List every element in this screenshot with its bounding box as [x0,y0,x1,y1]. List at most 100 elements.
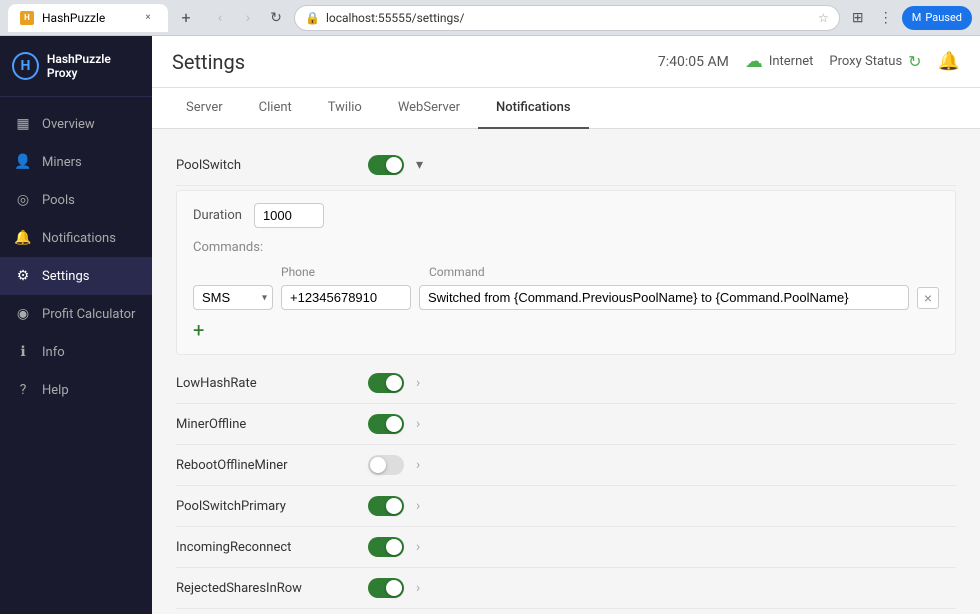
sidebar-item-info[interactable]: ℹ Info [0,333,152,371]
tab-close-button[interactable]: × [140,10,156,26]
internet-status: ☁ Internet [745,51,814,72]
notification-bell-icon[interactable]: 🔔 [938,51,960,72]
pool-switch-toggle[interactable] [368,155,404,175]
incoming-reconnect-toggle[interactable] [368,537,404,557]
browser-actions: ⊞ ⋮ M Paused [846,6,972,30]
new-miner-started-row: NewMinerStarted › [176,609,956,614]
sms-select-wrap: SMS [193,285,273,310]
new-tab-button[interactable]: + [174,6,198,30]
settings-tabs: Server Client Twilio WebServer Notificat… [152,88,980,129]
proxy-status-label: Proxy Status [829,54,902,69]
notifications-icon: 🔔 [14,229,32,247]
proxy-refresh-icon[interactable]: ↻ [908,52,921,71]
sidebar-item-notifications[interactable]: 🔔 Notifications [0,219,152,257]
sidebar-label-pools: Pools [42,193,75,208]
app: H HashPuzzle Proxy ▦ Overview 👤 Miners ◎… [0,36,980,614]
pool-switch-expand-icon[interactable]: ▾ [416,157,423,173]
tab-webserver[interactable]: WebServer [380,88,478,129]
address-bar[interactable]: 🔒 localhost:55555/settings/ ☆ [294,5,840,31]
delete-command-button[interactable]: × [917,287,939,309]
tab-notifications[interactable]: Notifications [478,88,589,129]
add-command-button[interactable]: + [193,318,204,342]
duration-input[interactable] [254,203,324,228]
sidebar-item-miners[interactable]: 👤 Miners [0,143,152,181]
forward-button[interactable]: › [236,6,260,30]
current-time: 7:40:05 AM [658,54,729,70]
commands-label: Commands: [193,240,939,255]
low-hash-rate-toggle[interactable] [368,373,404,393]
sidebar-label-info: Info [42,345,65,360]
profile-label: Paused [925,11,962,24]
tab-server[interactable]: Server [168,88,241,129]
sidebar-label-miners: Miners [42,155,82,170]
command-input[interactable] [419,285,909,310]
menu-button[interactable]: ⋮ [874,6,898,30]
miner-offline-expand-icon[interactable]: › [416,416,420,432]
tab-favicon: H [20,11,34,25]
pool-switch-primary-expand-icon[interactable]: › [416,498,420,514]
tab-client[interactable]: Client [241,88,310,129]
header: Settings 7:40:05 AM ☁ Internet Proxy Sta… [152,36,980,88]
col-header-phone: Phone [281,265,421,279]
settings-panel: PoolSwitch ▾ Duration Commands: Ph [152,129,980,614]
miner-offline-label: MinerOffline [176,417,356,432]
rejected-shares-expand-icon[interactable]: › [416,580,420,596]
sidebar-item-profit-calculator[interactable]: ◉ Profit Calculator [0,295,152,333]
low-hash-rate-label: LowHashRate [176,376,356,391]
pool-switch-primary-row: PoolSwitchPrimary › [176,486,956,527]
refresh-button[interactable]: ↻ [264,6,288,30]
sidebar-navigation: ▦ Overview 👤 Miners ◎ Pools 🔔 Notificati… [0,97,152,614]
sidebar-item-pools[interactable]: ◎ Pools [0,181,152,219]
sidebar: H HashPuzzle Proxy ▦ Overview 👤 Miners ◎… [0,36,152,614]
pools-icon: ◎ [14,191,32,209]
reboot-offline-miner-row: RebootOfflineMiner › [176,445,956,486]
tab-title: HashPuzzle [42,11,105,25]
browser-tab[interactable]: H HashPuzzle × [8,4,168,32]
internet-label: Internet [769,54,814,69]
help-icon: ? [14,381,32,399]
rejected-shares-toggle[interactable] [368,578,404,598]
commands-row: SMS × [193,285,939,310]
rejected-shares-knob [386,580,402,596]
reboot-offline-miner-label: RebootOfflineMiner [176,458,356,473]
incoming-reconnect-row: IncomingReconnect › [176,527,956,568]
url-text: localhost:55555/settings/ [326,11,812,25]
pool-switch-label: PoolSwitch [176,158,356,173]
logo-icon: H [12,52,39,80]
duration-label: Duration [193,208,242,223]
miner-offline-knob [386,416,402,432]
sidebar-label-settings: Settings [42,269,89,284]
sidebar-item-overview[interactable]: ▦ Overview [0,105,152,143]
profile-button[interactable]: M Paused [902,6,972,30]
extensions-button[interactable]: ⊞ [846,6,870,30]
rejected-shares-in-row-row: RejectedSharesInRow › [176,568,956,609]
low-hash-rate-knob [386,375,402,391]
page-title: Settings [172,50,658,74]
sidebar-label-overview: Overview [42,117,95,132]
pool-switch-knob [386,157,402,173]
miner-offline-toggle[interactable] [368,414,404,434]
browser-navigation: ‹ › ↻ [208,6,288,30]
internet-cloud-icon: ☁ [745,51,763,72]
sidebar-item-help[interactable]: ? Help [0,371,152,409]
sidebar-label-profit-calculator: Profit Calculator [42,307,135,322]
profit-calculator-icon: ◉ [14,305,32,323]
incoming-reconnect-knob [386,539,402,555]
sidebar-item-settings[interactable]: ⚙ Settings [0,257,152,295]
sidebar-label-notifications: Notifications [42,231,116,246]
rejected-shares-label: RejectedSharesInRow [176,581,356,596]
tab-twilio[interactable]: Twilio [310,88,380,129]
col-header-command: Command [429,265,939,279]
miner-offline-row: MinerOffline › [176,404,956,445]
phone-input[interactable] [281,285,411,310]
pool-switch-primary-knob [386,498,402,514]
incoming-reconnect-expand-icon[interactable]: › [416,539,420,555]
reboot-offline-miner-expand-icon[interactable]: › [416,457,420,473]
notifications-panel: PoolSwitch ▾ Duration Commands: Ph [152,129,980,614]
back-button[interactable]: ‹ [208,6,232,30]
reboot-offline-miner-toggle[interactable] [368,455,404,475]
reboot-offline-miner-knob [370,457,386,473]
pool-switch-primary-toggle[interactable] [368,496,404,516]
sms-type-select[interactable]: SMS [193,285,273,310]
low-hash-rate-expand-icon[interactable]: › [416,375,420,391]
